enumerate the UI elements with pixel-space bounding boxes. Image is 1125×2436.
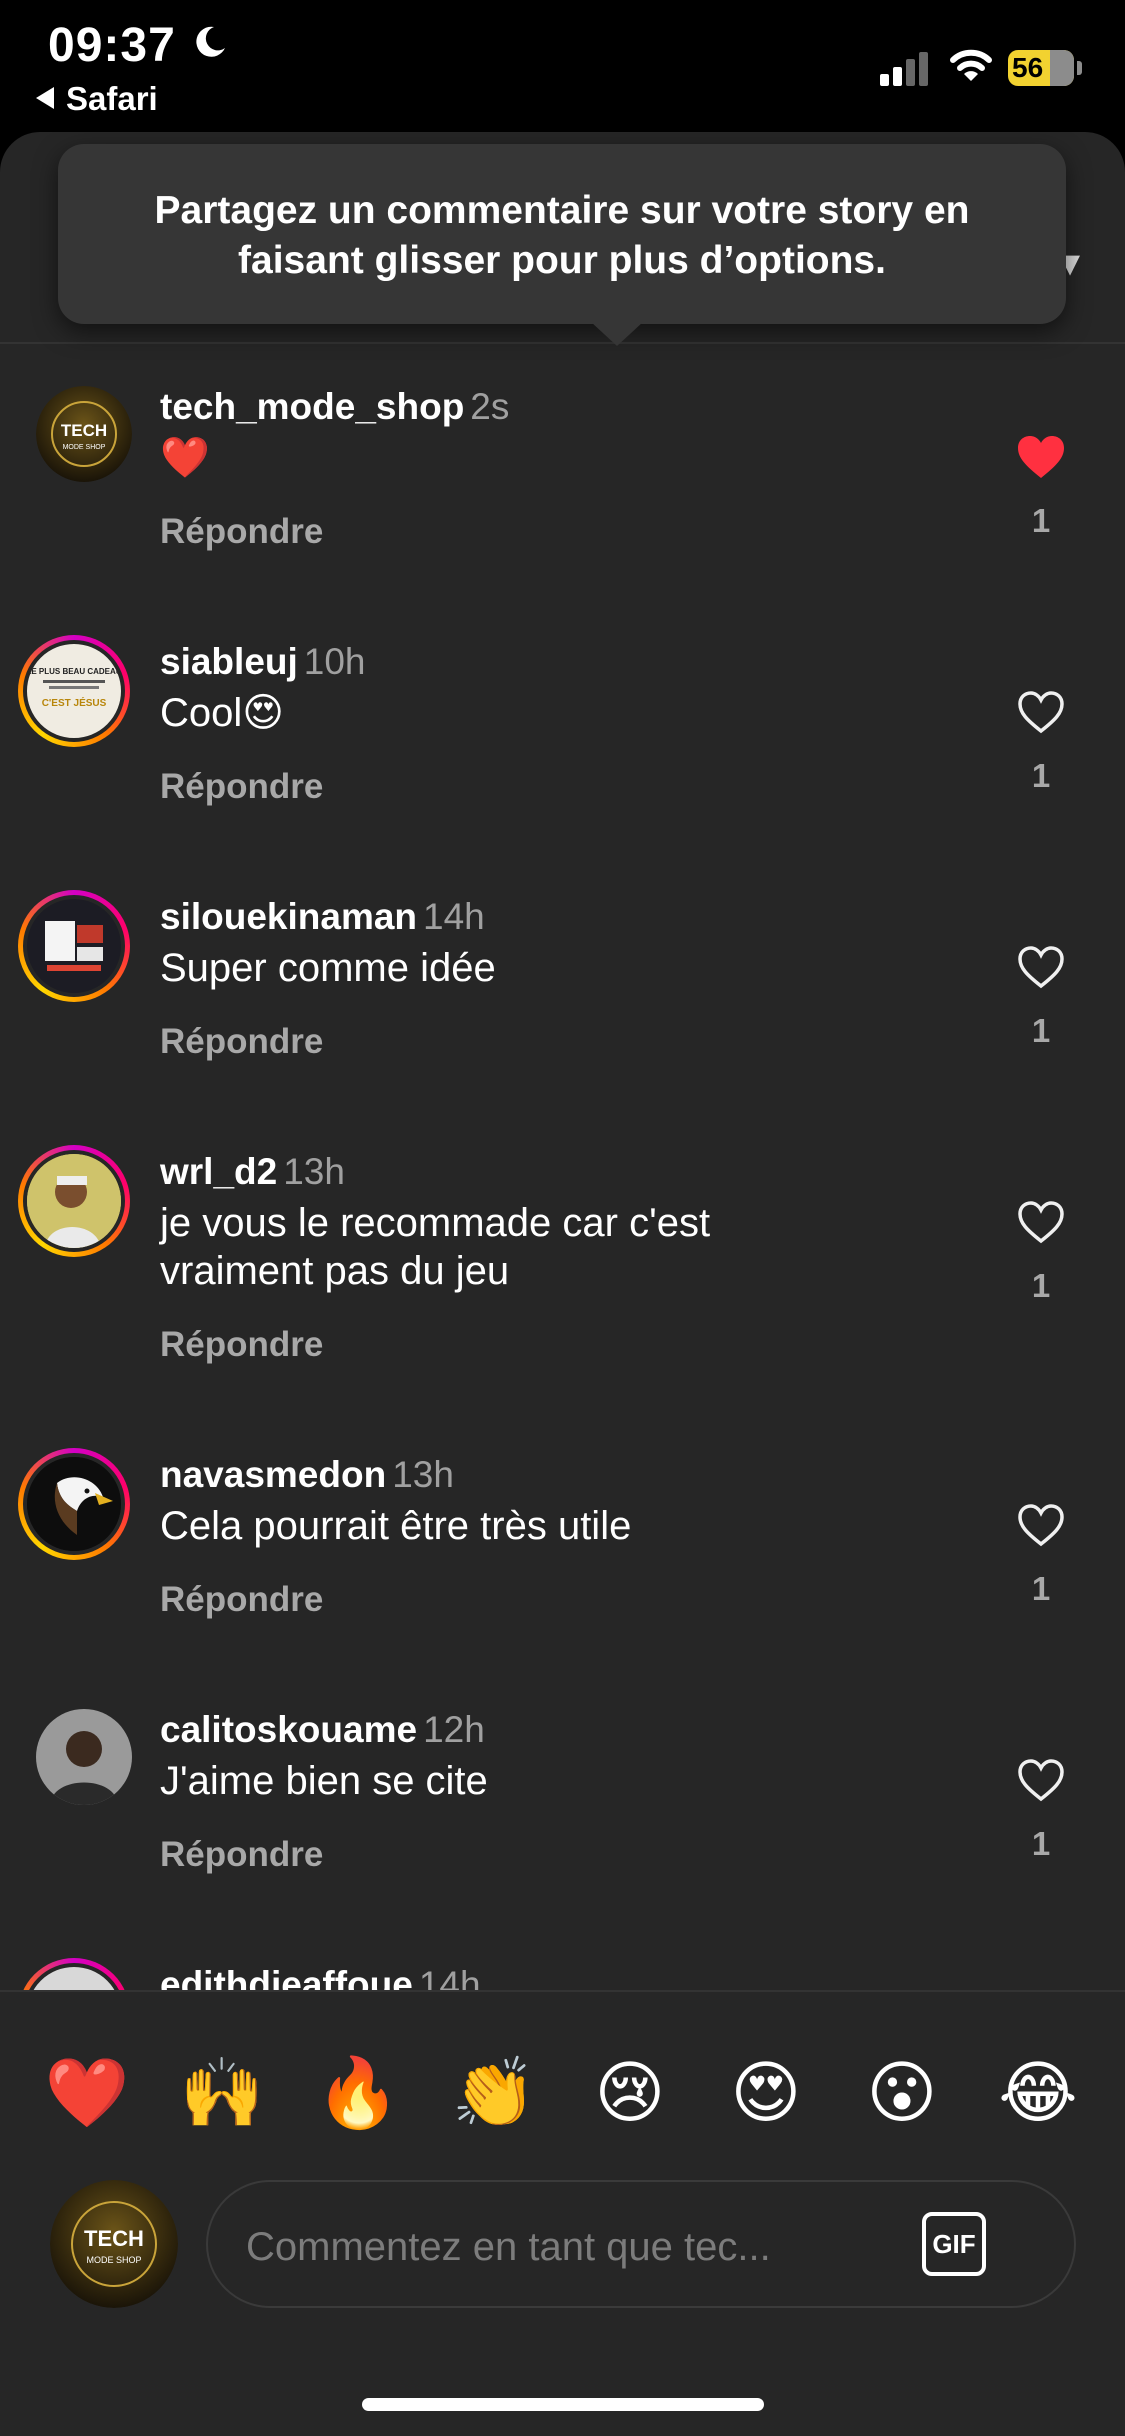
- back-arrow-icon: [36, 87, 54, 110]
- comment-input[interactable]: [244, 2212, 908, 2282]
- heart-filled-icon[interactable]: [1016, 434, 1066, 480]
- battery-tip: [1077, 61, 1082, 75]
- heart-outline-icon[interactable]: [1016, 1502, 1066, 1548]
- reply-button[interactable]: Répondre: [160, 1835, 323, 1875]
- comment-time: 2s: [470, 386, 510, 427]
- comment-time: 10h: [303, 641, 366, 682]
- comment-item[interactable]: navasmedon 13h Cela pourrait être très ut…: [0, 1448, 1125, 1704]
- like-count: 1: [1031, 1012, 1051, 1049]
- reply-button[interactable]: Répondre: [160, 512, 323, 552]
- emoji-surprised-button[interactable]: 😮: [857, 2048, 947, 2138]
- like-count: 1: [1031, 1570, 1051, 1607]
- emoji-laughing-button[interactable]: 😂: [993, 2048, 1083, 2138]
- comment-username[interactable]: calitoskouame 12h: [160, 1709, 485, 1751]
- comment-item[interactable]: LE PLUS BEAU CADEAU C'EST JÉSUS siableuj…: [0, 635, 1125, 891]
- like-count: 1: [1031, 757, 1051, 794]
- back-to-safari-button[interactable]: Safari: [36, 80, 158, 118]
- status-time: 09:37: [48, 19, 176, 72]
- comment-username[interactable]: navasmedon 13h: [160, 1454, 454, 1496]
- my-avatar-logo-subtext: MODE SHOP: [86, 2255, 141, 2265]
- comment-item[interactable]: calitoskouame 12h J'aime bien se cite Rép…: [0, 1709, 1125, 1959]
- comment-item[interactable]: TECH MODE SHOP tech_mode_shop 2s ❤️ Répon…: [0, 386, 1125, 636]
- wifi-icon: [950, 49, 992, 81]
- comment-composer-area: ❤️ 🙌 🔥 👏 😢 😍 😮 😂 TECH MODE SHOP GIF: [0, 1990, 1125, 2436]
- avatar-poster-subtext: C'EST JÉSUS: [42, 696, 107, 709]
- gif-button[interactable]: GIF: [922, 2212, 986, 2276]
- emoji-heart-button[interactable]: ❤️: [42, 2048, 132, 2138]
- comment-item[interactable]: wrl_d2 13h je vous le recommade car c'est…: [0, 1145, 1125, 1451]
- comment-text: Cela pourrait être très utile: [160, 1504, 632, 1548]
- swipe-hint-tooltip[interactable]: Partagez un commentaire sur votre story …: [58, 144, 1066, 346]
- emoji-fire-button[interactable]: 🔥: [313, 2048, 403, 2138]
- emoji-heart-eyes-button[interactable]: 😍: [721, 2048, 811, 2138]
- heart-outline-icon[interactable]: [1016, 1757, 1066, 1803]
- avatar-story-ring[interactable]: [18, 890, 130, 1002]
- avatar-logo-text: TECH: [61, 421, 107, 440]
- avatar-story-ring[interactable]: [18, 1145, 130, 1257]
- comment-time: 14h: [423, 896, 485, 937]
- comment-text: J'aime bien se cite: [160, 1759, 488, 1803]
- avatar[interactable]: [36, 1709, 132, 1805]
- battery-level: 56: [1012, 52, 1044, 83]
- current-user-avatar: TECH MODE SHOP: [50, 2180, 178, 2308]
- comment-input-container[interactable]: GIF: [206, 2180, 1076, 2308]
- heart-outline-icon[interactable]: [1016, 1199, 1066, 1245]
- emoji-clap-button[interactable]: 👏: [449, 2048, 539, 2138]
- reply-button[interactable]: Répondre: [160, 1022, 323, 1062]
- avatar-story-ring[interactable]: [18, 1448, 130, 1560]
- home-indicator: [362, 2398, 764, 2411]
- comment-time: 13h: [392, 1454, 454, 1495]
- comment-text: ❤️: [160, 436, 210, 480]
- avatar[interactable]: TECH MODE SHOP: [36, 386, 132, 482]
- like-count: 1: [1031, 1825, 1051, 1862]
- my-avatar-logo-text: TECH: [84, 2226, 144, 2251]
- tooltip-arrow: [591, 322, 643, 346]
- comment-text: Cool😍: [160, 691, 284, 735]
- comment-username[interactable]: tech_mode_shop 2s: [160, 386, 509, 428]
- back-app-label: Safari: [66, 80, 158, 117]
- comment-item[interactable]: silouekinaman 14h Super comme idée Répond…: [0, 890, 1125, 1146]
- battery-indicator: 56: [1008, 50, 1074, 86]
- status-bar: 09:37 Safari 56: [0, 0, 1125, 130]
- composer-divider: [0, 1990, 1125, 1992]
- emoji-raised-hands-button[interactable]: 🙌: [177, 2048, 267, 2138]
- comment-username[interactable]: wrl_d2 13h: [160, 1151, 345, 1193]
- emoji-crying-button[interactable]: 😢: [585, 2048, 675, 2138]
- avatar-logo-subtext: MODE SHOP: [63, 444, 106, 451]
- moon-icon: [196, 26, 225, 57]
- comment-username[interactable]: siableuj 10h: [160, 641, 366, 683]
- cellular-signal-icon: [880, 50, 934, 86]
- reply-button[interactable]: Répondre: [160, 1580, 323, 1620]
- avatar-poster-text: LE PLUS BEAU CADEAU: [27, 667, 121, 676]
- comment-text: Super comme idée: [160, 946, 496, 990]
- reply-button[interactable]: Répondre: [160, 1325, 323, 1365]
- comment-time: 13h: [283, 1151, 345, 1192]
- like-count: 1: [1031, 502, 1051, 539]
- heart-outline-icon[interactable]: [1016, 689, 1066, 735]
- comment-text: je vous le recommade car c'est vraiment …: [160, 1201, 711, 1293]
- reply-button[interactable]: Répondre: [160, 767, 323, 807]
- like-count: 1: [1031, 1267, 1051, 1304]
- comment-time: 12h: [423, 1709, 485, 1750]
- header-divider: [0, 342, 1125, 344]
- tooltip-text: Partagez un commentaire sur votre story …: [154, 189, 970, 282]
- comment-username[interactable]: silouekinaman 14h: [160, 896, 485, 938]
- heart-outline-icon[interactable]: [1016, 944, 1066, 990]
- avatar-story-ring[interactable]: LE PLUS BEAU CADEAU C'EST JÉSUS: [18, 635, 130, 747]
